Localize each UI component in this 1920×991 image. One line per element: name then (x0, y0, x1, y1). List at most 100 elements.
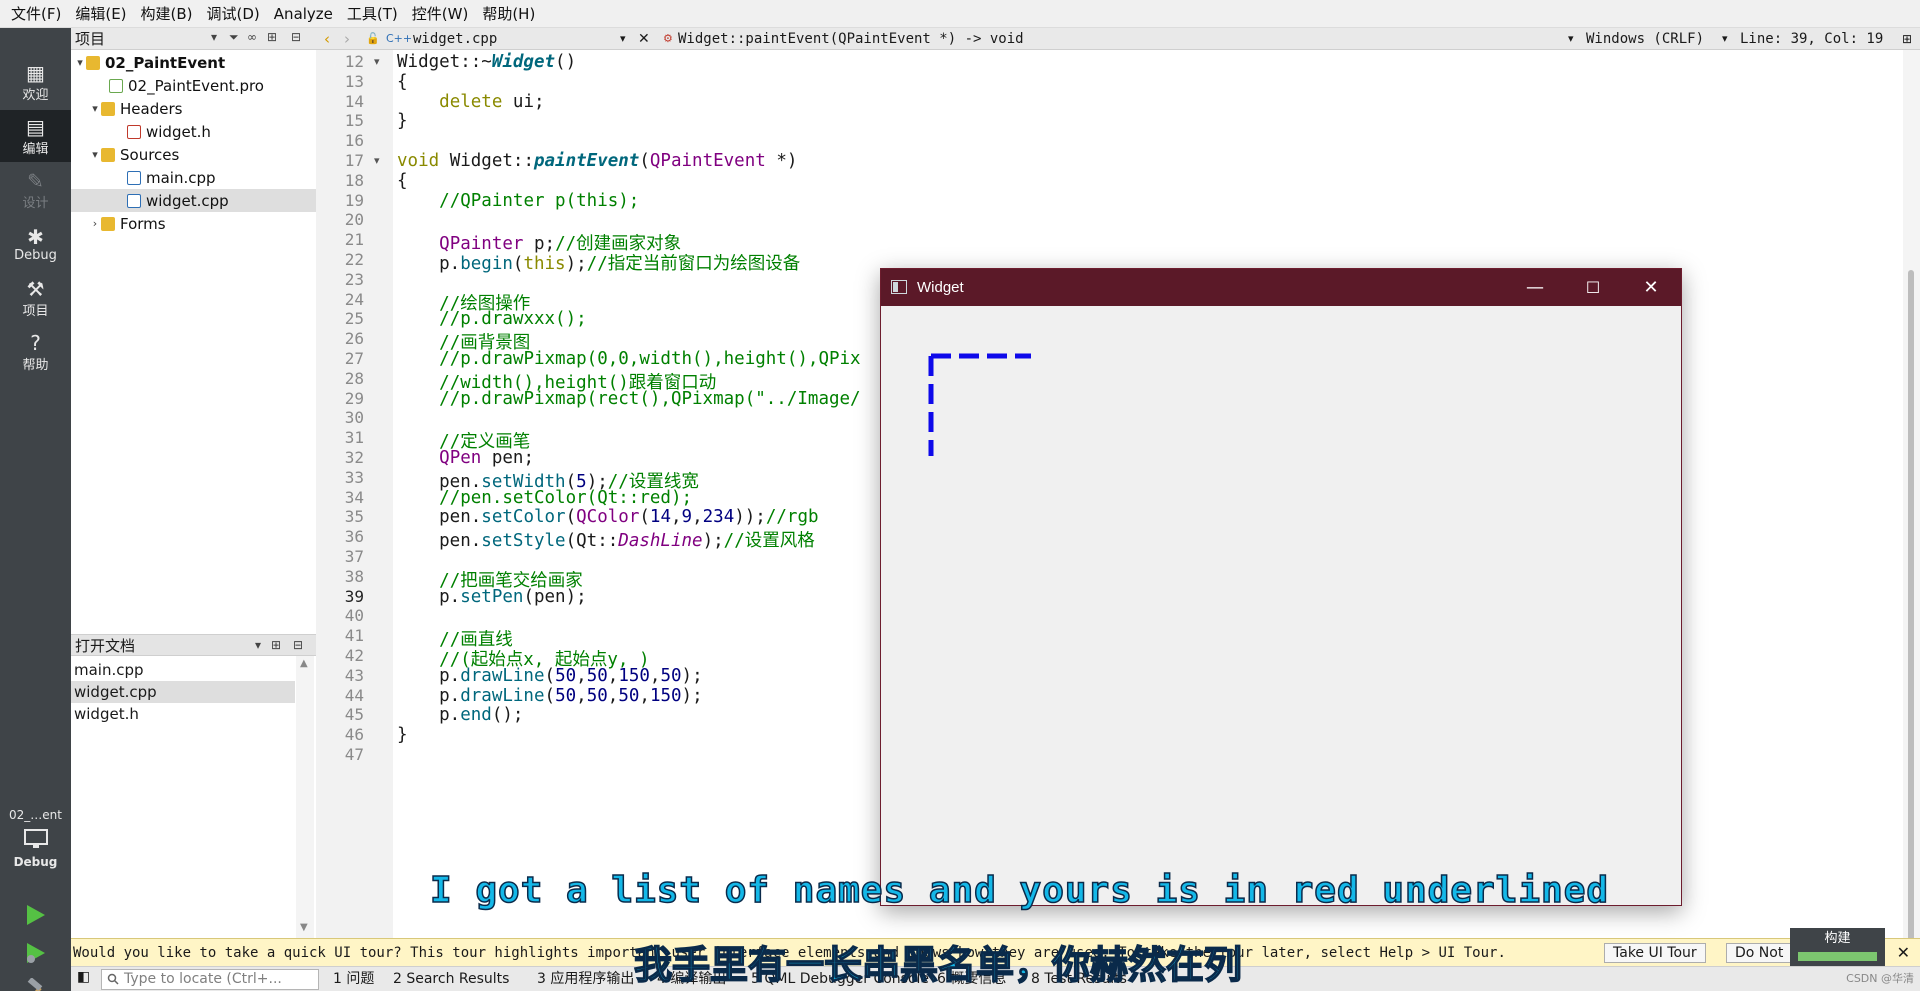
link-icon[interactable]: ∞ (247, 30, 257, 44)
bug-icon: ✱ (27, 224, 44, 249)
current-symbol[interactable]: Widget::paintEvent(QPaintEvent *) -> voi… (678, 28, 1024, 50)
menu-tools[interactable]: 工具(T) (340, 0, 405, 28)
menu-debug[interactable]: 调试(D) (200, 0, 267, 28)
widget-window[interactable]: Widget — ☐ ✕ (880, 268, 1682, 906)
code-line[interactable]: p.drawLine(50,50,150,50); (397, 666, 702, 686)
close-file-icon[interactable]: ✕ (638, 28, 650, 50)
watermark: CSDN @华清 (1846, 972, 1914, 985)
chevron-down-icon[interactable]: ▾ (89, 102, 101, 115)
toggle-sidebar-icon[interactable]: ◧ (77, 969, 90, 985)
editor-scrollbar[interactable] (1903, 50, 1920, 970)
tree-item-sources[interactable]: ▾ Sources (71, 143, 316, 166)
split-icon[interactable]: ⊞ (1902, 28, 1912, 50)
scrollbar-thumb[interactable] (1908, 270, 1914, 970)
chevron-down-icon[interactable]: ▾ (74, 56, 86, 69)
position-dropdown-icon[interactable]: ▾ (1722, 28, 1728, 50)
code-line[interactable]: pen.setStyle(Qt::DashLine);//设置风格 (397, 527, 815, 552)
locator-input[interactable]: Type to locate (Ctrl+... (101, 969, 319, 990)
project-pane-header: 项目 ▾ ⏷ ∞ ⊞ ⊟ (71, 28, 316, 50)
mode-projects[interactable]: ⚒ 项目 (0, 272, 71, 324)
split-icon[interactable]: ⊞ (267, 30, 277, 44)
tree-item-widget-h[interactable]: widget.h (71, 120, 316, 143)
view-dropdown-icon[interactable]: ▾ (211, 30, 217, 44)
menu-help[interactable]: 帮助(H) (475, 0, 542, 28)
build-button[interactable] (22, 977, 48, 991)
line-number: 19 (344, 190, 364, 210)
tab-search-results[interactable]: 2 Search Results (393, 967, 509, 991)
close-button[interactable]: ✕ (1622, 269, 1680, 306)
mode-welcome[interactable]: ▦ 欢迎 (0, 56, 71, 108)
code-line[interactable]: p.setPen(pen); (397, 587, 587, 607)
filter-icon[interactable]: ⏷ (229, 30, 239, 45)
cursor-position[interactable]: Line: 39, Col: 19 (1740, 28, 1883, 50)
mode-debug[interactable]: ✱ Debug (0, 218, 71, 270)
menu-edit[interactable]: 编辑(E) (68, 0, 133, 28)
menu-build[interactable]: 构建(B) (134, 0, 200, 28)
code-line[interactable]: //QPainter p(this); (397, 191, 639, 211)
current-file-name[interactable]: widget.cpp (413, 28, 497, 50)
scroll-up-icon[interactable]: ▲ (300, 658, 308, 669)
fold-marker-icon[interactable]: ▾ (374, 55, 380, 68)
folder-icon (101, 216, 115, 231)
mode-help[interactable]: ? 帮助 (0, 326, 71, 378)
code-line[interactable]: //p.drawPixmap(rect(),QPixmap("../Image/ (397, 389, 860, 409)
widget-titlebar[interactable]: Widget — ☐ ✕ (881, 269, 1681, 306)
menu-file[interactable]: 文件(F) (4, 0, 68, 28)
target-selector[interactable]: 02_…ent Debug (0, 808, 71, 869)
chevron-right-icon[interactable]: › (89, 217, 101, 230)
mode-edit[interactable]: ▤ 编辑 (0, 110, 71, 162)
subtitle-english: I got a list of names and yours is in re… (429, 869, 1610, 912)
line-ending[interactable]: Windows (CRLF) (1586, 28, 1704, 50)
file-dropdown-icon[interactable]: ▾ (620, 28, 626, 50)
code-line[interactable]: delete ui; (397, 92, 544, 112)
code-line[interactable]: QPen pen; (397, 448, 534, 468)
code-line[interactable]: p.drawLine(50,50,50,150); (397, 686, 702, 706)
tree-item-project[interactable]: ▾ 02_PaintEvent (71, 51, 316, 74)
code-line[interactable]: { (397, 171, 408, 191)
code-line[interactable]: //p.drawxxx(); (397, 309, 587, 329)
code-line[interactable]: } (397, 725, 408, 745)
open-doc-widget-h[interactable]: widget.h (71, 703, 295, 725)
line-number: 35 (344, 507, 364, 527)
code-line[interactable]: //pen.setColor(Qt::red); (397, 488, 692, 508)
code-line[interactable]: pen.setColor(QColor(14,9,234));//rgb (397, 507, 818, 527)
build-progress[interactable]: 构建 (1790, 928, 1885, 966)
menu-analyze[interactable]: Analyze (267, 0, 340, 28)
tab-issues[interactable]: 1 问题 (333, 967, 374, 991)
dropdown-icon[interactable]: ▾ (255, 638, 261, 652)
debug-run-button[interactable] (22, 940, 48, 966)
close-infobar-icon[interactable]: ✕ (1897, 939, 1910, 967)
code-line[interactable]: } (397, 111, 408, 131)
minimize-button[interactable]: — (1506, 269, 1564, 306)
back-arrow-icon[interactable]: ‹ (324, 28, 330, 50)
run-button[interactable] (22, 902, 48, 928)
open-docs-scrollbar[interactable]: ▲ ▼ (296, 656, 314, 938)
open-doc-widget-cpp[interactable]: widget.cpp (71, 681, 295, 703)
close-pane-icon[interactable]: ⊟ (293, 638, 303, 652)
tree-item-forms[interactable]: › Forms (71, 212, 316, 235)
code-line[interactable]: p.end(); (397, 705, 523, 725)
code-line[interactable]: p.begin(this);//指定当前窗口为绘图设备 (397, 250, 800, 275)
do-not-show-button[interactable]: Do Not (1726, 943, 1793, 963)
split-icon[interactable]: ⊞ (271, 638, 281, 652)
menu-widgets[interactable]: 控件(W) (405, 0, 476, 28)
line-ending-dropdown-icon[interactable]: ▾ (1568, 28, 1574, 50)
tree-item-headers[interactable]: ▾ Headers (71, 97, 316, 120)
chevron-down-icon[interactable]: ▾ (89, 148, 101, 161)
code-line[interactable]: void Widget::paintEvent(QPaintEvent *) (397, 151, 797, 171)
forward-arrow-icon[interactable]: › (344, 28, 350, 50)
tree-item-main-cpp[interactable]: main.cpp (71, 166, 316, 189)
tab-app-output[interactable]: 3 应用程序输出 (537, 967, 634, 991)
tree-item-pro-file[interactable]: 02_PaintEvent.pro (71, 74, 316, 97)
fold-marker-icon[interactable]: ▾ (374, 154, 380, 167)
maximize-button[interactable]: ☐ (1564, 269, 1622, 306)
open-doc-main-cpp[interactable]: main.cpp (71, 659, 295, 681)
take-ui-tour-button[interactable]: Take UI Tour (1604, 943, 1706, 963)
tree-item-widget-cpp[interactable]: widget.cpp (71, 189, 316, 212)
code-line[interactable]: //p.drawPixmap(0,0,width(),height(),QPix (397, 349, 860, 369)
code-line[interactable]: { (397, 72, 408, 92)
code-line[interactable]: Widget::~Widget() (397, 52, 576, 72)
mode-design[interactable]: ✎ 设计 (0, 164, 71, 216)
scroll-down-icon[interactable]: ▼ (300, 922, 308, 933)
close-pane-icon[interactable]: ⊟ (291, 30, 301, 44)
